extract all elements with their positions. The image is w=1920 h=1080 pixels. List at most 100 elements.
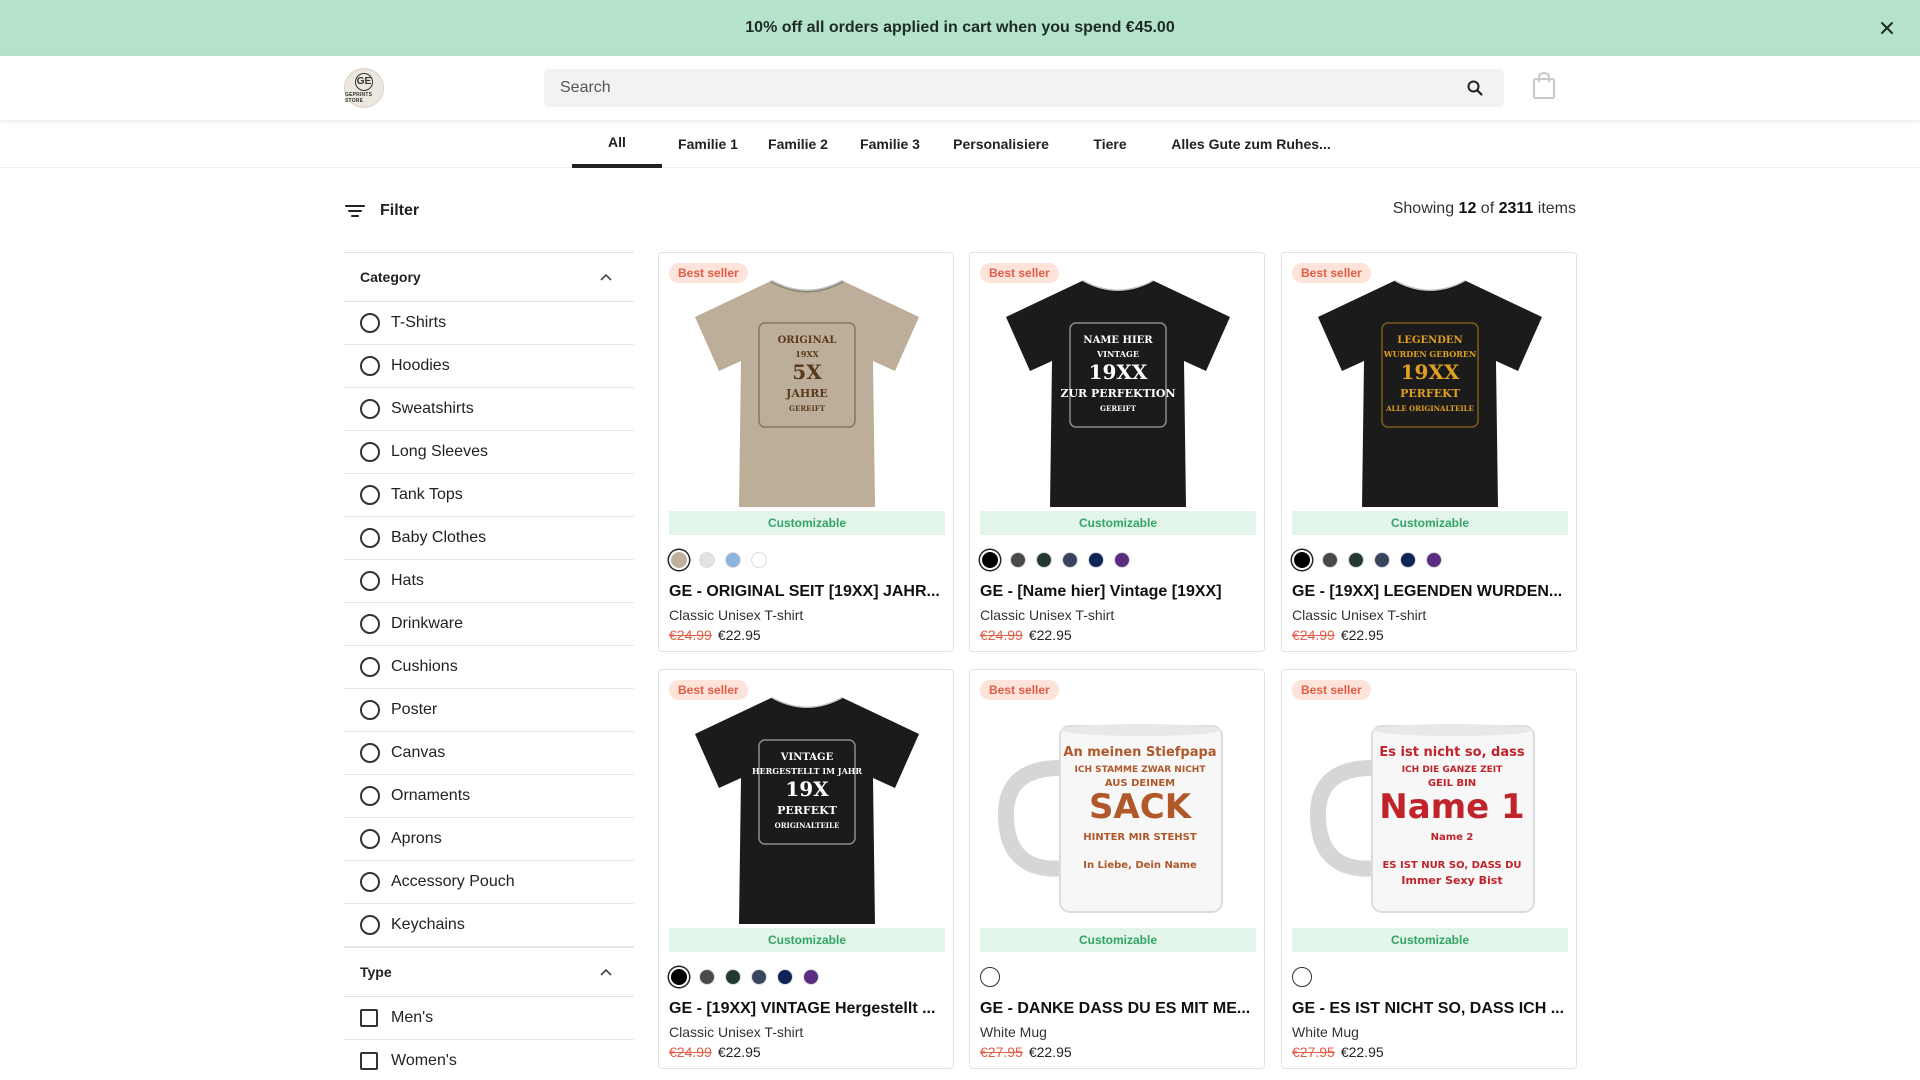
- product-card[interactable]: Best seller ORIGINAL 19XX 5X JAHRE GEREIFT Cus…: [658, 252, 954, 652]
- product-card[interactable]: Best seller NAME HIER VINTAGE 19XX ZUR PERFE…: [969, 252, 1265, 652]
- filter-toggle[interactable]: Filter: [344, 196, 419, 226]
- product-title[interactable]: GE - [19XX] VINTAGE Hergestellt ...: [669, 1000, 945, 1018]
- type-option-women-s[interactable]: Women's: [344, 1040, 634, 1080]
- tab-familie-1[interactable]: Familie 1: [670, 120, 746, 168]
- product-title[interactable]: GE - ES IST NICHT SO, DASS ICH ...: [1292, 1000, 1568, 1018]
- tab-personalisiere[interactable]: Personalisiere: [946, 120, 1056, 168]
- radio-button[interactable]: [360, 700, 380, 720]
- product-title[interactable]: GE - [Name hier] Vintage [19XX]: [980, 583, 1256, 601]
- category-option-long-sleeves[interactable]: Long Sleeves: [344, 431, 634, 474]
- color-swatch[interactable]: [1088, 552, 1104, 568]
- radio-button[interactable]: [360, 915, 380, 935]
- product-image[interactable]: LEGENDEN WURDEN GEBOREN 19XX PERFEKT ALLE OR…: [1292, 273, 1568, 507]
- radio-button[interactable]: [360, 829, 380, 849]
- radio-button[interactable]: [360, 743, 380, 763]
- color-swatch[interactable]: [1010, 552, 1026, 568]
- color-swatch[interactable]: [980, 967, 1000, 987]
- color-swatch[interactable]: [1322, 552, 1338, 568]
- color-swatch[interactable]: [1294, 552, 1310, 568]
- print-text: 19XX: [795, 349, 819, 359]
- sale-price: €22.95: [1340, 1044, 1384, 1060]
- category-option-cushions[interactable]: Cushions: [344, 646, 634, 689]
- color-swatch[interactable]: [1374, 552, 1390, 568]
- radio-button[interactable]: [360, 485, 380, 505]
- product-image[interactable]: An meinen Stiefpapa ICH STAMME ZWAR NICHT…: [980, 690, 1256, 924]
- category-option-poster[interactable]: Poster: [344, 689, 634, 732]
- tab-alles-gute[interactable]: Alles Gute zum Ruhes...: [1160, 120, 1342, 168]
- category-option-hoodies[interactable]: Hoodies: [344, 345, 634, 388]
- showing-of: of: [1480, 200, 1495, 217]
- product-image[interactable]: ORIGINAL 19XX 5X JAHRE GEREIFT: [669, 273, 945, 507]
- color-swatch[interactable]: [1348, 552, 1364, 568]
- category-option-drinkware[interactable]: Drinkware: [344, 603, 634, 646]
- product-title[interactable]: GE - DANKE DASS DU ES MIT ME...: [980, 1000, 1256, 1018]
- sale-price: €22.95: [1028, 627, 1072, 643]
- product-image[interactable]: Es ist nicht so, dass ICH DIE GANZE ZEIT G…: [1292, 690, 1568, 924]
- store-logo[interactable]: GE GEPRINTS STORE: [344, 68, 384, 108]
- color-swatch[interactable]: [671, 552, 687, 568]
- radio-button[interactable]: [360, 442, 380, 462]
- category-option-hats[interactable]: Hats: [344, 560, 634, 603]
- tab-familie-3[interactable]: Familie 3: [852, 120, 928, 168]
- radio-button[interactable]: [360, 872, 380, 892]
- color-swatch[interactable]: [1426, 552, 1442, 568]
- color-swatch[interactable]: [777, 969, 793, 985]
- radio-button[interactable]: [360, 786, 380, 806]
- color-swatch[interactable]: [725, 552, 741, 568]
- color-swatch[interactable]: [699, 969, 715, 985]
- tab-all[interactable]: All: [572, 120, 662, 168]
- product-card[interactable]: Best seller Es ist nicht so, dass ICH DIE …: [1281, 669, 1577, 1069]
- type-section-header[interactable]: Type: [344, 947, 634, 997]
- category-option-keychains[interactable]: Keychains: [344, 904, 634, 947]
- radio-button[interactable]: [360, 356, 380, 376]
- checkbox[interactable]: [360, 1009, 378, 1027]
- category-option-aprons[interactable]: Aprons: [344, 818, 634, 861]
- color-swatch[interactable]: [671, 969, 687, 985]
- radio-button[interactable]: [360, 571, 380, 591]
- product-type: Classic Unisex T-shirt: [980, 607, 1115, 623]
- search-icon[interactable]: [1466, 79, 1484, 97]
- color-swatch[interactable]: [1114, 552, 1130, 568]
- radio-button[interactable]: [360, 399, 380, 419]
- print-text: HINTER MIR STEHST: [1083, 832, 1197, 843]
- color-swatch[interactable]: [1400, 552, 1416, 568]
- radio-button[interactable]: [360, 657, 380, 677]
- color-swatch[interactable]: [1062, 552, 1078, 568]
- category-option-sweatshirts[interactable]: Sweatshirts: [344, 388, 634, 431]
- product-title[interactable]: GE - [19XX] LEGENDEN WURDEN...: [1292, 583, 1568, 601]
- color-swatch[interactable]: [725, 969, 741, 985]
- radio-button[interactable]: [360, 528, 380, 548]
- product-card[interactable]: Best seller An meinen Stiefpapa ICH STAMME…: [969, 669, 1265, 1069]
- radio-button[interactable]: [360, 313, 380, 333]
- color-swatch[interactable]: [1292, 967, 1312, 987]
- tab-familie-2[interactable]: Familie 2: [760, 120, 836, 168]
- product-card[interactable]: Best seller VINTAGE HERGESTELLT IM JAHR 19X…: [658, 669, 954, 1069]
- type-option-men-s[interactable]: Men's: [344, 997, 634, 1040]
- color-swatch[interactable]: [982, 552, 998, 568]
- category-option-label: Cushions: [391, 658, 458, 675]
- category-option-tank-tops[interactable]: Tank Tops: [344, 474, 634, 517]
- search-input[interactable]: [544, 69, 1466, 107]
- checkbox[interactable]: [360, 1052, 378, 1070]
- color-swatch[interactable]: [803, 969, 819, 985]
- shopping-bag-icon[interactable]: [1532, 72, 1556, 100]
- color-swatch[interactable]: [751, 552, 767, 568]
- category-option-canvas[interactable]: Canvas: [344, 732, 634, 775]
- color-swatch[interactable]: [1036, 552, 1052, 568]
- product-card[interactable]: Best seller LEGENDEN WURDEN GEBOREN 19XX PER…: [1281, 252, 1577, 652]
- radio-button[interactable]: [360, 614, 380, 634]
- category-option-accessory-pouch[interactable]: Accessory Pouch: [344, 861, 634, 904]
- color-swatch[interactable]: [751, 969, 767, 985]
- close-icon[interactable]: [1876, 17, 1898, 39]
- category-option-baby-clothes[interactable]: Baby Clothes: [344, 517, 634, 560]
- category-option-label: Sweatshirts: [391, 400, 474, 417]
- product-title[interactable]: GE - ORIGINAL SEIT [19XX] JAHR...: [669, 583, 945, 601]
- category-section-header[interactable]: Category: [344, 252, 634, 302]
- product-image[interactable]: VINTAGE HERGESTELLT IM JAHR 19X PERFEKT ORIG…: [669, 690, 945, 924]
- tab-tiere[interactable]: Tiere: [1080, 120, 1140, 168]
- category-option-ornaments[interactable]: Ornaments: [344, 775, 634, 818]
- product-image[interactable]: NAME HIER VINTAGE 19XX ZUR PERFEKTION GEREIF…: [980, 273, 1256, 507]
- category-option-t-shirts[interactable]: T-Shirts: [344, 302, 634, 345]
- color-swatch[interactable]: [699, 552, 715, 568]
- print-text: NAME HIER: [1083, 335, 1153, 346]
